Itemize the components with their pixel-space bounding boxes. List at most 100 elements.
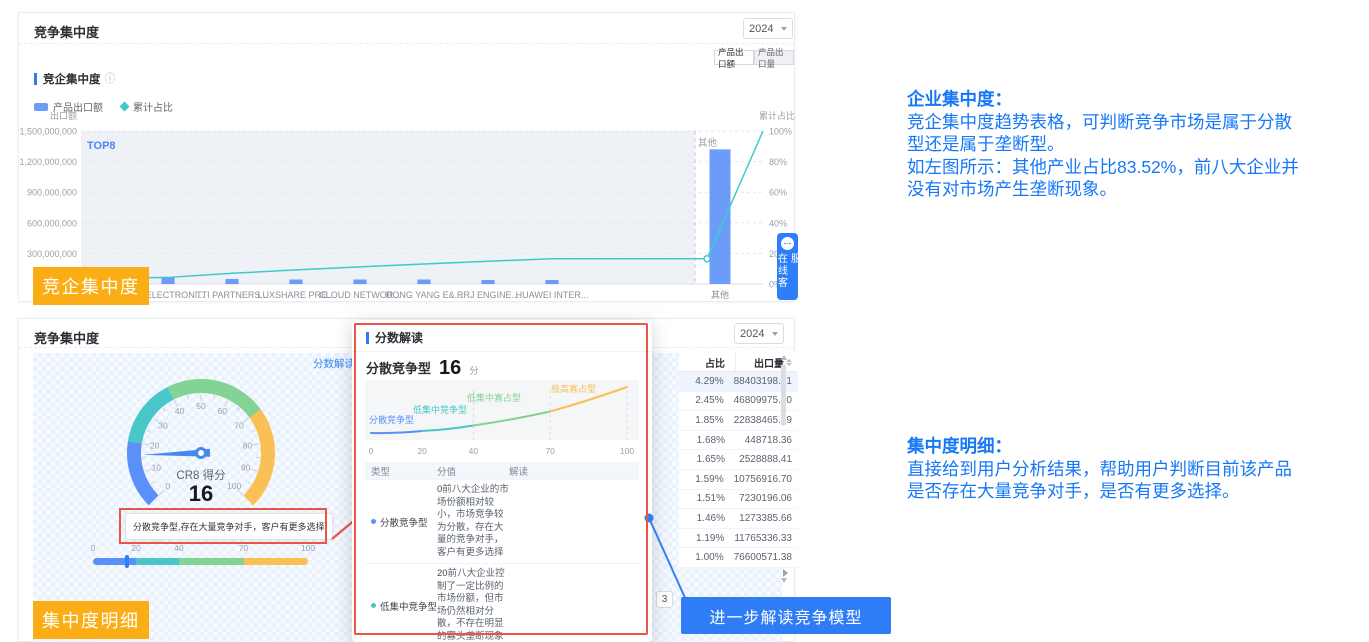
svg-text:HUAWEI INTER...: HUAWEI INTER... <box>516 290 589 300</box>
svg-text:1,200,000,000: 1,200,000,000 <box>19 157 77 167</box>
vertical-scrollbar[interactable] <box>780 355 788 583</box>
section-header: 竞企集中度 ⓘ <box>34 71 116 87</box>
svg-text:TOP8: TOP8 <box>87 140 116 152</box>
svg-text:1,500,000,000: 1,500,000,000 <box>19 127 77 137</box>
card2-year-value: 2024 <box>740 328 764 340</box>
svg-text:分散竞争型: 分散竞争型 <box>369 414 414 425</box>
note-line: 是否存在大量竞争对手，是否有更多选择。 <box>907 480 1369 503</box>
popup-title: 分数解读 <box>375 329 423 346</box>
linear-gauge-bar[interactable] <box>93 558 308 565</box>
card1-year-value: 2024 <box>749 23 773 35</box>
chevron-down-icon <box>781 27 787 31</box>
col-type-header: 类型 <box>365 464 437 478</box>
online-service-button[interactable]: 在线客服 <box>777 233 798 300</box>
svg-text:100%: 100% <box>769 127 792 137</box>
export-metric-toggle: 产品出口额 产品出口量 <box>714 50 794 65</box>
interpret-model-button[interactable]: 进一步解读竞争模型 <box>681 597 891 634</box>
svg-text:0: 0 <box>165 481 170 491</box>
export-cell: 7230196.06 <box>735 493 798 504</box>
desc-cell: 前八大企业的市场份额相对较小，市场竞争较为分散，存在大量的竞争对手，客户有更多选… <box>437 484 509 558</box>
pagination-page-3[interactable]: 3 <box>656 591 673 608</box>
score-cell: 0前八大企业的市场份额相对较小，市场竞争较为分散，存在大量的竞争对手，客户有更多… <box>437 484 509 559</box>
svg-text:40%: 40% <box>769 218 787 228</box>
type-dot-icon <box>371 603 376 608</box>
desc-cell: 前八大企业控制了一定比例的市场份额，但市场仍然相对分散，不存在明显的寡头垄断现象 <box>437 568 508 642</box>
export-cell: 2528888.41 <box>735 454 798 465</box>
scrollbar-thumb[interactable] <box>781 364 786 426</box>
info-icon[interactable]: ⓘ <box>105 74 116 85</box>
share-cell: 1.59% <box>679 474 734 485</box>
linear-segment <box>179 558 244 565</box>
export-cell: 11765336.33 <box>734 533 798 544</box>
tooltip-highlight-box <box>119 508 327 544</box>
svg-text:20: 20 <box>417 446 427 456</box>
svg-text:0: 0 <box>369 446 374 456</box>
linear-gauge-labels: 0204070100 <box>93 543 308 555</box>
chevron-down-icon <box>772 332 778 336</box>
svg-text:10: 10 <box>152 463 162 473</box>
svg-text:极高寡占型: 极高寡占型 <box>551 383 596 394</box>
note-enterprise-concentration: 企业集中度： 竞企集中度趋势表格，可判断竞争市场是属于分散 型还是属于垄断型。 … <box>907 88 1369 201</box>
linear-gauge-marker[interactable] <box>125 555 129 568</box>
svg-text:其他: 其他 <box>698 137 718 149</box>
svg-text:70: 70 <box>545 446 555 456</box>
share-cell: 1.51% <box>679 493 735 504</box>
score-row: 分散竞争型 16 分 <box>366 358 479 377</box>
svg-text:900,000,000: 900,000,000 <box>27 188 77 198</box>
toggle-export-quantity[interactable]: 产品出口量 <box>754 50 794 65</box>
score-interpretation-popup: 分数解读 分散竞争型 16 分 分散竞争型低集中竞争型 低集中寡占型 极高寡占型 0 2… <box>352 320 652 642</box>
export-cell: 46809975.90 <box>734 395 798 406</box>
svg-text:80%: 80% <box>769 157 787 167</box>
share-cell: 1.68% <box>679 435 735 446</box>
scroll-right-icon[interactable] <box>783 569 788 577</box>
linear-tick: 100 <box>301 543 315 553</box>
chat-bubble-icon <box>781 237 794 250</box>
divider <box>19 43 794 44</box>
svg-text:低集中寡占型: 低集中寡占型 <box>467 392 521 403</box>
export-cell: 88403198.51 <box>734 376 798 387</box>
card2-year-select[interactable]: 2024 <box>734 323 784 344</box>
popup-header: 分数解读 <box>366 329 423 346</box>
col-desc-header: 解读 <box>509 464 639 478</box>
svg-text:100: 100 <box>620 446 634 456</box>
col-export-header[interactable]: 出口量 <box>735 353 798 371</box>
linear-tick: 0 <box>91 543 96 553</box>
service-label: 在线客服 <box>775 253 801 300</box>
table-header: 类型 分值 解读 <box>365 462 639 479</box>
interpretation-table: 类型 分值 解读 分散竞争型0前八大企业的市场份额相对较小，市场竞争较为分散，存… <box>365 462 639 642</box>
competition-concentration-card: 竞争集中度 2024 产品出口额 产品出口量 竞企集中度 ⓘ 产品出口额 累计占… <box>18 12 795 302</box>
linear-segment <box>136 558 179 565</box>
svg-text:16: 16 <box>189 481 213 506</box>
svg-text:出口额: 出口额 <box>50 110 77 121</box>
svg-text:600,000,000: 600,000,000 <box>27 218 77 228</box>
type-cell: 低集中竞争型 <box>365 568 437 642</box>
svg-text:90: 90 <box>241 463 251 473</box>
card1-year-select[interactable]: 2024 <box>743 18 793 39</box>
svg-text:60: 60 <box>218 406 228 416</box>
tag-concentration-detail: 集中度明细 <box>33 601 149 639</box>
score-cell: 20前八大企业控制了一定比例的市场份额，但市场仍然相对分散，不存在明显的寡头垄断… <box>437 568 509 642</box>
card2-title: 竞争集中度 <box>34 328 99 347</box>
interpretation-row: 低集中竞争型20前八大企业控制了一定比例的市场份额，但市场仍然相对分散，不存在明… <box>365 563 639 642</box>
share-cell: 1.85% <box>679 415 734 426</box>
score-value: 16 <box>439 359 461 377</box>
note-line: 直接给到用户分析结果，帮助用户判断目前该产品 <box>907 458 1369 481</box>
interpretation-row: 分散竞争型0前八大企业的市场份额相对较小，市场竞争较为分散，存在大量的竞争对手，… <box>365 479 639 563</box>
svg-text:20: 20 <box>150 441 160 451</box>
export-cell: 76600571.38 <box>734 552 798 563</box>
linear-segment <box>93 558 136 565</box>
score-unit: 分 <box>469 363 479 377</box>
svg-text:80: 80 <box>243 441 253 451</box>
scroll-down-icon[interactable] <box>781 578 787 583</box>
linear-tick: 70 <box>239 543 248 553</box>
svg-text:其他: 其他 <box>711 289 729 300</box>
scroll-up-icon[interactable] <box>781 355 787 360</box>
note-line: 没有对市场产生垄断现象。 <box>907 178 1369 201</box>
score-link-label: 分数解读 <box>313 356 355 371</box>
svg-text:60%: 60% <box>769 188 787 198</box>
linear-gauge: 0204070100 <box>93 543 308 565</box>
linear-tick: 40 <box>174 543 183 553</box>
toggle-export-amount[interactable]: 产品出口额 <box>714 50 754 65</box>
note-title: 企业集中度： <box>907 88 1369 111</box>
type-dot-icon <box>371 519 376 524</box>
